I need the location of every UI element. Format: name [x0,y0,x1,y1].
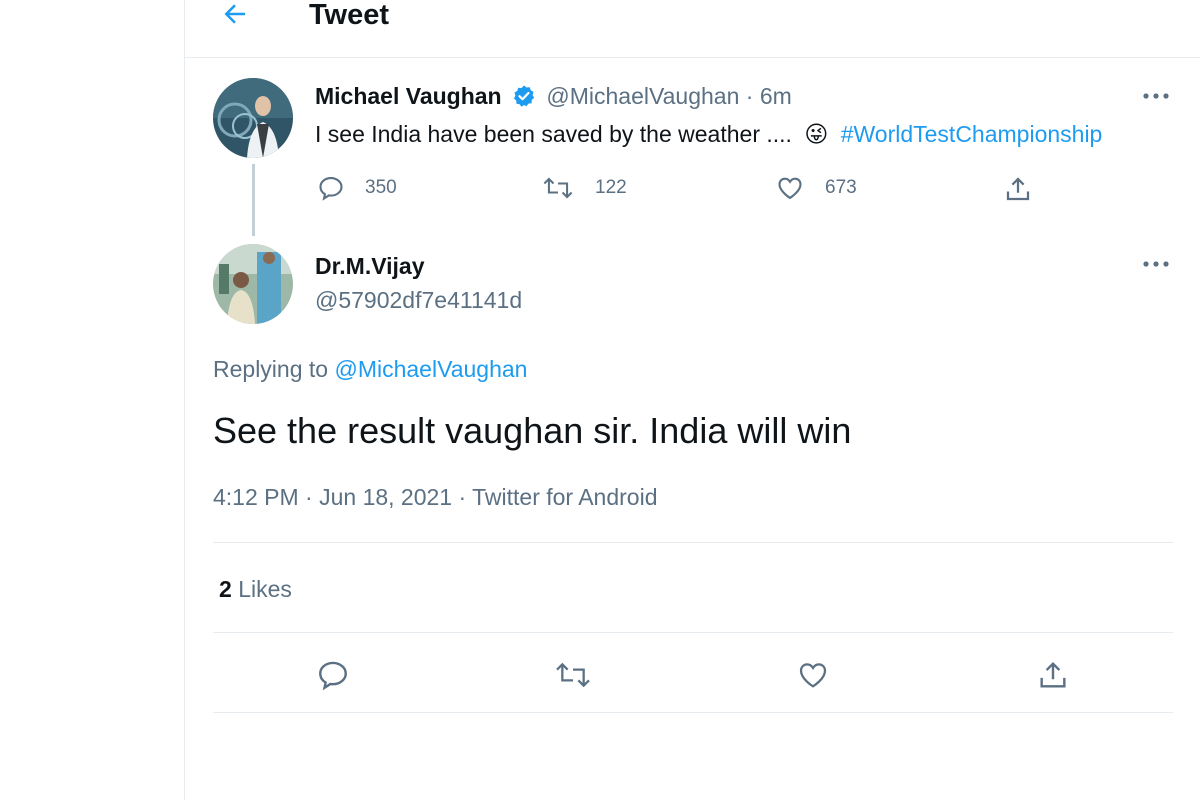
reply-icon [319,177,343,201]
arrow-left-icon [224,4,245,24]
main-author-name-row: Dr.M.Vijay [315,252,425,280]
like-button[interactable] [793,655,833,695]
share-icon [1006,177,1030,201]
likes-label: Likes [238,576,292,602]
heart-icon [799,663,827,688]
more-horizontal-icon [1143,261,1169,267]
share-button[interactable] [1033,655,1073,695]
parent-tweet-text: I see India have been saved by the weath… [315,120,1102,148]
avatar-dr-m-vijay[interactable] [213,244,293,324]
thread-connector [252,164,255,236]
parent-retweet-action[interactable]: 122 [541,174,627,202]
parent-handle-time[interactable]: @MichaelVaughan · 6m [546,83,791,109]
replying-to-line: Replying to @MichaelVaughan [213,356,527,383]
parent-reply-count: 350 [365,177,397,198]
retweet-button[interactable] [553,655,593,695]
tweet-timestamp-source[interactable]: 4:12 PM · Jun 18, 2021 · Twitter for And… [213,484,657,511]
parent-display-name[interactable]: Michael Vaughan [315,83,502,109]
winking-tongue-emoji: 😜 [804,121,829,147]
more-horizontal-icon [1143,93,1169,99]
parent-more-button[interactable] [1141,86,1171,106]
main-display-name[interactable]: Dr.M.Vijay [315,253,425,279]
parent-like-action[interactable]: 673 [775,174,857,202]
main-author-handle[interactable]: @57902df7e41141d [315,286,522,314]
avatar-michael-vaughan[interactable] [213,78,293,158]
hashtag-link[interactable]: #WorldTestChampionship [841,121,1103,147]
reply-button[interactable] [313,655,353,695]
likes-count: 2 [219,576,232,602]
retweet-icon [556,662,590,688]
parent-retweet-count: 122 [595,177,627,198]
parent-share-action[interactable] [1003,174,1033,204]
back-button[interactable] [215,0,255,34]
share-icon [1040,661,1066,688]
divider [213,632,1173,633]
page-header: Tweet [185,0,1200,58]
main-more-button[interactable] [1141,254,1171,274]
verified-badge-icon [512,84,536,114]
reply-icon [319,661,347,691]
tweet-column: Tweet Michael Vaughan @MichaelVaughan · … [184,0,1200,800]
parent-author-row: Michael Vaughan @MichaelVaughan · 6m [315,82,792,114]
replying-to-mention[interactable]: @MichaelVaughan [334,356,527,382]
page-title: Tweet [309,0,390,31]
parent-like-count: 673 [825,177,857,198]
replying-to-label: Replying to [213,356,329,382]
likes-summary[interactable]: 2 Likes [219,576,292,603]
main-tweet-text: See the result vaughan sir. India will w… [213,410,852,451]
divider [213,542,1173,543]
parent-reply-action[interactable]: 350 [317,174,397,202]
parent-text-body: I see India have been saved by the weath… [315,121,792,147]
divider [213,712,1173,713]
heart-icon [778,177,802,200]
retweet-icon [543,177,573,199]
